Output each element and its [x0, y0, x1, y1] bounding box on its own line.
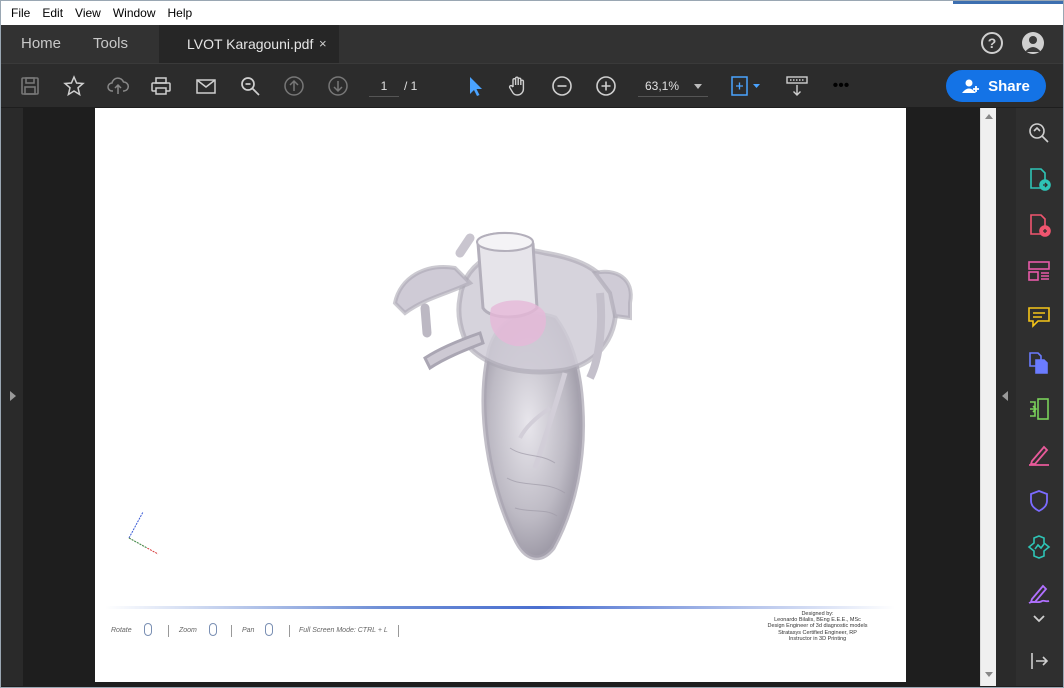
exit-panel-icon[interactable]	[1026, 648, 1052, 674]
axes-triad-icon	[128, 511, 159, 555]
add-user-icon	[962, 79, 980, 93]
menu-edit[interactable]: Edit	[36, 1, 69, 25]
vertical-scrollbar[interactable]	[980, 108, 996, 686]
left-panel-toggle[interactable]	[1, 108, 23, 686]
fill-sign-icon[interactable]	[1026, 442, 1052, 468]
tab-bar: Home Tools LVOT Karagouni.pdf × ?	[1, 25, 1063, 63]
next-page-icon[interactable]	[326, 74, 350, 98]
scroll-down-icon[interactable]	[985, 672, 993, 677]
protect-icon[interactable]	[1026, 488, 1052, 514]
menu-window[interactable]: Window	[107, 1, 162, 25]
scroll-mode-icon[interactable]	[785, 74, 809, 98]
tab-document-title: LVOT Karagouni.pdf	[187, 36, 314, 52]
divider	[289, 625, 290, 637]
scroll-up-icon[interactable]	[985, 114, 993, 119]
help-icon[interactable]: ?	[981, 32, 1003, 54]
credit-line: Instructor in 3D Printing	[788, 635, 847, 642]
mouse-zoom-icon	[209, 623, 217, 636]
upload-cloud-icon[interactable]	[106, 74, 130, 98]
collapse-icon[interactable]	[1026, 610, 1052, 628]
divider	[168, 625, 169, 637]
zoom-out-icon[interactable]	[550, 74, 574, 98]
pdf-page: Rotate Zoom Pan Full Screen Mode: CTRL +…	[95, 108, 906, 682]
select-arrow-icon[interactable]	[463, 74, 487, 98]
bookmark-star-icon[interactable]	[62, 74, 86, 98]
close-tab-icon[interactable]: ×	[319, 25, 327, 63]
control-pan-label: Pan	[242, 627, 255, 634]
right-panel-toggle[interactable]	[996, 108, 1016, 686]
find-zoom-icon[interactable]	[238, 74, 262, 98]
control-zoom-label: Zoom	[179, 627, 197, 634]
heart-3d-model[interactable]	[95, 108, 906, 682]
save-icon[interactable]	[18, 74, 42, 98]
collapse-right-icon	[1002, 391, 1008, 401]
zoom-in-icon[interactable]	[594, 74, 618, 98]
send-for-signature-icon[interactable]	[1026, 534, 1052, 560]
menu-file[interactable]: File	[1, 1, 36, 25]
menu-help[interactable]: Help	[162, 1, 199, 25]
toolbar: 1 / 1 63,1% ••• Share	[1, 63, 1063, 107]
tab-tools[interactable]: Tools	[93, 25, 128, 63]
email-icon[interactable]	[194, 74, 218, 98]
menu-bar: File Edit View Window Help	[1, 1, 1063, 25]
chevron-down-icon	[694, 84, 702, 89]
combine-files-icon[interactable]	[1026, 350, 1052, 376]
zoom-panel-icon[interactable]	[1026, 120, 1052, 146]
divider	[231, 625, 232, 637]
compress-icon[interactable]	[1026, 396, 1052, 422]
mouse-rotate-icon	[144, 623, 152, 636]
hand-icon[interactable]	[506, 74, 530, 98]
share-button[interactable]: Share	[946, 70, 1046, 102]
expand-left-icon	[10, 391, 16, 401]
previous-page-icon[interactable]	[282, 74, 306, 98]
tab-document[interactable]: LVOT Karagouni.pdf ×	[159, 25, 339, 63]
print-icon[interactable]	[149, 74, 173, 98]
mouse-pan-icon	[265, 623, 273, 636]
tab-home[interactable]: Home	[21, 25, 61, 63]
export-pdf-icon[interactable]	[1026, 166, 1052, 192]
more-icon[interactable]: •••	[829, 74, 853, 98]
acrobat-window: File Edit View Window Help Home Tools LV…	[0, 0, 1064, 688]
profile-icon[interactable]	[1022, 32, 1044, 54]
create-pdf-icon[interactable]	[1026, 212, 1052, 238]
document-viewport[interactable]: Rotate Zoom Pan Full Screen Mode: CTRL +…	[23, 108, 980, 686]
organize-pages-icon[interactable]	[1026, 258, 1052, 284]
control-rotate-label: Rotate	[111, 627, 132, 634]
divider	[398, 625, 399, 637]
tools-pane	[1016, 108, 1063, 686]
designer-credits: Designed by: Leonardo Bilalis, BEng E.E.…	[735, 611, 900, 642]
fit-page-icon[interactable]	[729, 74, 763, 98]
zoom-level-value: 63,1%	[645, 79, 680, 93]
control-fullscreen-label: Full Screen Mode: CTRL + L	[299, 627, 388, 634]
page-total: / 1	[404, 79, 418, 93]
comment-icon[interactable]	[1026, 304, 1052, 330]
footer-divider	[105, 606, 895, 609]
share-label: Share	[988, 77, 1030, 95]
window-edge	[953, 1, 1063, 4]
request-signature-icon[interactable]	[1026, 580, 1052, 606]
menu-view[interactable]: View	[69, 1, 107, 25]
page-number-input[interactable]: 1	[369, 75, 399, 97]
zoom-level-dropdown[interactable]: 63,1%	[638, 75, 708, 97]
